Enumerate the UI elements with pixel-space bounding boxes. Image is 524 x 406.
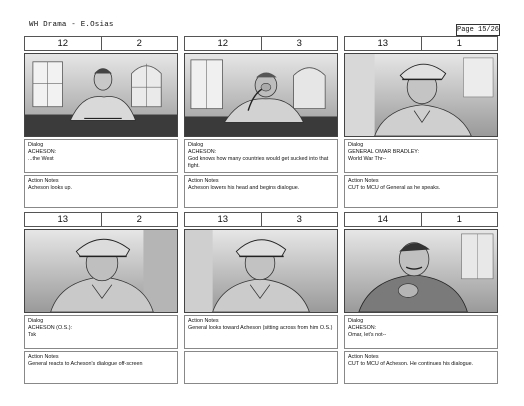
empty-notes-box [184,351,338,384]
box-text: CUT to MCU of Acheson. He continues his … [348,361,474,367]
box-text: CUT to MCU of General as he speaks. [348,185,441,191]
scene-number: 12 [57,38,69,49]
box-text: Acheson looks up. [28,185,73,191]
box-label: Action Notes [188,318,219,324]
dialog-box: Dialog GENERAL OMAR BRADLEY: World War T… [344,139,498,173]
shot-number: 1 [420,37,498,50]
storyboard-panel: 13 2 Dialog ACHESON (O.S.): Tsk Action N… [24,212,178,384]
action-notes-box: Action Notes CUT to MCU of General as he… [344,175,498,208]
box-label: Dialog [348,318,364,324]
page-header: WH Drama - E.Osias Page 15/26 [0,0,524,36]
storyboard-panel: 14 1 Dialog ACHESON: Omar, let's not-- A… [344,212,498,384]
document-title: WH Drama - E.Osias [29,21,114,29]
panel-header: 12 2 [24,36,178,51]
dialog-box: Dialog ACHESON: Omar, let's not-- [344,315,498,349]
scene-number: 14 [377,214,389,225]
storyboard-panel: 13 3 Action Notes General looks toward A… [184,212,338,384]
box-label: Action Notes [348,354,379,360]
page-number: Page 15/26 [456,24,500,36]
sketch-man-hand-at-chin [344,229,498,313]
box-text: General looks toward Acheson (sitting ac… [188,325,333,331]
storyboard-panel: 12 3 Dialog ACHESON: God knows how many … [184,36,338,208]
box-text: ACHESON: Omar, let's not-- [348,325,387,338]
sketch-man-seated-at-desk [24,53,178,137]
shot-number: 2 [100,37,178,50]
box-label: Dialog [28,142,44,148]
sketch-general-mcu [344,53,498,137]
shot-number: 3 [260,213,338,226]
panel-header: 13 2 [24,212,178,227]
sketch-general-close-up [24,229,178,313]
box-text: General reacts to Acheson's dialogue off… [28,361,143,367]
box-label: Dialog [28,318,44,324]
box-label: Dialog [188,142,204,148]
sketch-general-looking-across [184,229,338,313]
box-text: ACHESON: ...the West [28,149,57,162]
action-notes-box: Action Notes Acheson lowers his head and… [184,175,338,208]
box-label: Action Notes [28,178,59,184]
dialog-box: Dialog ACHESON (O.S.): Tsk [24,315,178,349]
box-text: GENERAL OMAR BRADLEY: World War Thr-- [348,149,420,162]
box-label: Action Notes [28,354,59,360]
box-label: Dialog [348,142,364,148]
box-text: ACHESON (O.S.): Tsk [28,325,73,338]
sketch-man-head-in-hand [184,53,338,137]
scene-number: 13 [217,214,229,225]
box-label: Action Notes [188,178,219,184]
box-text: ACHESON: God knows how many countries wo… [188,149,329,169]
storyboard-panel: 13 1 Dialog GENERAL OMAR BRADLEY: World … [344,36,498,208]
panel-header: 13 3 [184,212,338,227]
shot-number: 1 [420,213,498,226]
scene-number: 13 [57,214,69,225]
action-notes-box: Action Notes CUT to MCU of Acheson. He c… [344,351,498,384]
dialog-box: Dialog ACHESON: ...the West [24,139,178,173]
box-text: Acheson lowers his head and begins dialo… [188,185,300,191]
panel-header: 13 1 [344,36,498,51]
shot-number: 2 [100,213,178,226]
storyboard-panel: 12 2 Dialog ACHESON: ...the West Action … [24,36,178,208]
scene-number: 12 [217,38,229,49]
action-notes-box: Action Notes General reacts to Acheson's… [24,351,178,384]
action-notes-box: Action Notes General looks toward Acheso… [184,315,338,349]
panel-header: 12 3 [184,36,338,51]
action-notes-box: Action Notes Acheson looks up. [24,175,178,208]
dialog-box: Dialog ACHESON: God knows how many count… [184,139,338,173]
panel-header: 14 1 [344,212,498,227]
box-label: Action Notes [348,178,379,184]
scene-number: 13 [377,38,389,49]
shot-number: 3 [260,37,338,50]
